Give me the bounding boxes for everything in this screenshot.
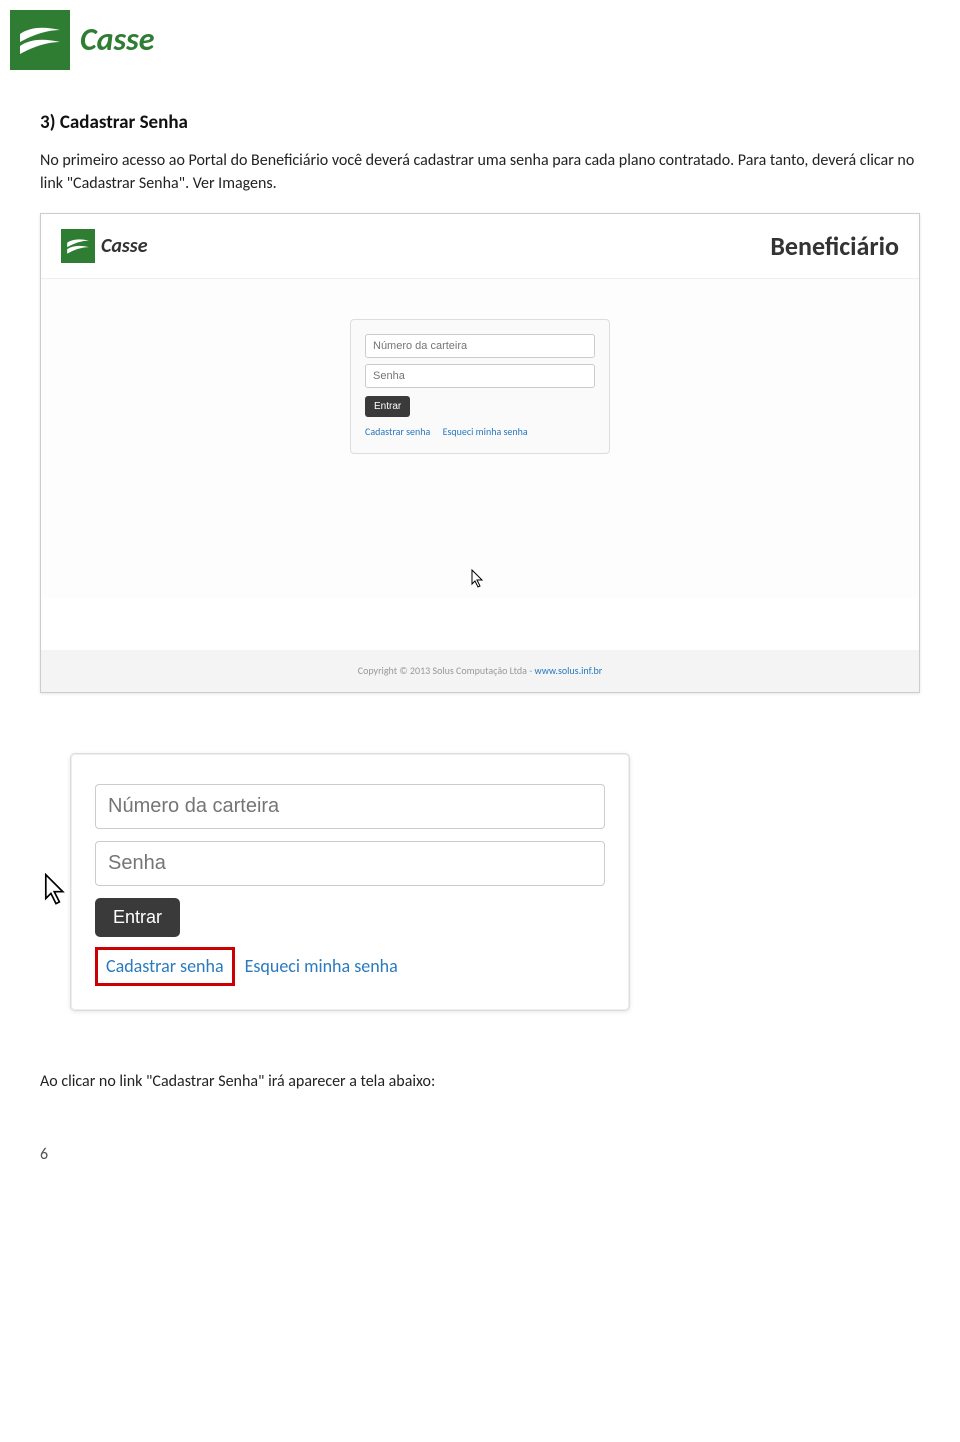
entrar-button[interactable]: Entrar — [365, 396, 410, 417]
esqueci-senha-link[interactable]: Esqueci minha senha — [245, 955, 398, 977]
login-card: Entrar Cadastrar senha Esqueci minha sen… — [350, 319, 610, 454]
esqueci-senha-link[interactable]: Esqueci minha senha — [443, 425, 528, 438]
portal-role-label: Beneficiário — [770, 228, 899, 264]
doc-logo: Casse — [10, 0, 920, 90]
portal-header: Casse Beneficiário — [41, 214, 919, 279]
screenshot-full-login: Casse Beneficiário Entrar Cadastrar senh… — [40, 213, 920, 693]
footer-url-link[interactable]: www.solus.inf.br — [535, 664, 603, 677]
logo-icon — [10, 10, 70, 70]
closing-paragraph: Ao clicar no link "Cadastrar Senha" irá … — [40, 1071, 920, 1093]
screenshot-zoom-login: Entrar Cadastrar senha Esqueci minha senh… — [70, 753, 630, 1011]
portal-logo-text: Casse — [101, 232, 148, 260]
page-number: 6 — [40, 1144, 920, 1166]
portal-logo-icon — [61, 229, 95, 263]
senha-input[interactable] — [95, 841, 605, 886]
entrar-button[interactable]: Entrar — [95, 898, 180, 937]
cursor-icon — [471, 569, 485, 596]
senha-input[interactable] — [365, 364, 595, 388]
cursor-icon — [44, 873, 68, 917]
portal-logo: Casse — [61, 229, 148, 263]
carteira-input[interactable] — [365, 334, 595, 358]
portal-footer: Copyright © 2013 Solus Computação Ltda -… — [41, 650, 919, 692]
logo-text: Casse — [80, 18, 154, 63]
intro-paragraph: No primeiro acesso ao Portal do Benefici… — [40, 149, 920, 195]
cadastrar-senha-link-highlighted[interactable]: Cadastrar senha — [95, 947, 235, 986]
section-title: 3) Cadastrar Senha — [40, 110, 920, 137]
cadastrar-senha-link[interactable]: Cadastrar senha — [365, 425, 430, 438]
copyright-text: Copyright © 2013 Solus Computação Ltda - — [358, 664, 535, 677]
carteira-input[interactable] — [95, 784, 605, 829]
